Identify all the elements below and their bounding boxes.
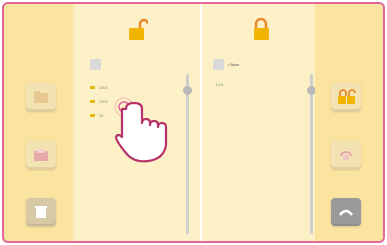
- folder-thumbnail[interactable]: [90, 59, 101, 70]
- touch-hand-icon: [114, 97, 168, 163]
- left-scrollbar-track[interactable]: [186, 74, 189, 234]
- right-panel: • Bsse - 1/10: [202, 4, 323, 241]
- left-sidebar-button-3[interactable]: [26, 198, 56, 226]
- file-label: • Bsse: [228, 62, 240, 67]
- item-marker: [90, 114, 95, 117]
- back-arrow-icon: [339, 209, 353, 216]
- left-scrollbar-handle[interactable]: [183, 86, 192, 95]
- folder-open-icon: [34, 149, 48, 161]
- right-sidebar-button-3[interactable]: [331, 198, 361, 226]
- item-label: 1002: [99, 99, 108, 104]
- list-item[interactable]: 1001: [90, 85, 108, 90]
- lock-open-icon[interactable]: [128, 18, 148, 42]
- left-sidebar-button-2[interactable]: [26, 141, 56, 169]
- item-label: 30: [99, 113, 104, 118]
- item-label: 1001: [99, 85, 108, 90]
- file-sub-label: - 1/10: [213, 82, 224, 87]
- lock-closed-icon[interactable]: [252, 18, 272, 42]
- trash-icon: [35, 206, 47, 218]
- list-item[interactable]: 1002: [90, 99, 108, 104]
- undo-icon: [340, 151, 352, 160]
- item-marker: [90, 100, 95, 103]
- left-sidebar-button-1[interactable]: [26, 83, 56, 111]
- left-sidebar: [4, 4, 72, 241]
- right-sidebar: [315, 4, 383, 241]
- right-sidebar-button-2[interactable]: [331, 141, 361, 169]
- list-item[interactable]: 30: [90, 113, 103, 118]
- item-marker: [90, 86, 95, 89]
- right-sidebar-button-1[interactable]: [331, 83, 361, 111]
- folder-icon: [34, 91, 48, 103]
- lock-pair-icon: [338, 89, 356, 104]
- app-window: 1001 1002 30 • Bsse - 1/10: [2, 2, 385, 243]
- right-scrollbar-track[interactable]: [310, 74, 313, 234]
- file-thumbnail[interactable]: [213, 59, 224, 70]
